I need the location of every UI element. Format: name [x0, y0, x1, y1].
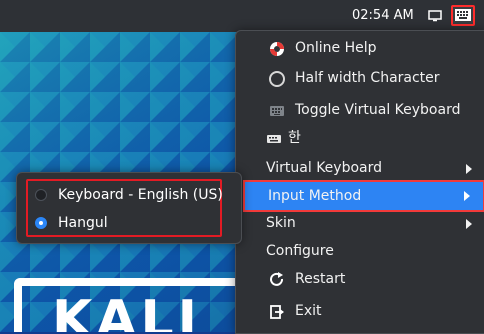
input-method-option-label: Keyboard - English (US) [58, 187, 223, 203]
keyboard-icon[interactable] [455, 9, 471, 21]
input-method-submenu: Keyboard - English (US) Hangul [16, 172, 242, 244]
input-method-option-hangul[interactable]: Hangul [29, 209, 225, 237]
menu-item-restart[interactable]: Restart [243, 265, 484, 293]
wallpaper-logo-text: KALI [52, 290, 201, 332]
menu-item-virtual-keyboard-label: Virtual Keyboard [266, 160, 383, 176]
tray-context-menu: Online Help Half width Character Toggle … [235, 30, 484, 334]
menu-item-hangul-mode-label: 한 [288, 130, 301, 146]
menu-item-skin-label: Skin [266, 215, 296, 231]
menu-item-exit-label: Exit [295, 303, 322, 319]
keyboard-icon [270, 106, 284, 116]
monitor-icon[interactable] [428, 10, 442, 22]
menu-item-online-help-label: Online Help [295, 40, 377, 56]
lifebuoy-icon [270, 42, 284, 56]
menu-item-input-method[interactable]: Input Method [243, 180, 484, 212]
menu-item-toggle-virtual-keyboard[interactable]: Toggle Virtual Keyboard [243, 96, 484, 124]
refresh-icon [270, 272, 283, 286]
input-method-option-keyboard-english-us[interactable]: Keyboard - English (US) [29, 181, 225, 209]
menu-item-exit[interactable]: Exit [243, 297, 484, 325]
menu-item-half-width-character[interactable]: Half width Character [243, 64, 484, 92]
menu-item-configure-label: Configure [266, 243, 334, 259]
chevron-right-icon [464, 191, 470, 201]
menu-item-input-method-label: Input Method [268, 188, 362, 204]
menu-item-half-width-character-label: Half width Character [295, 70, 440, 86]
top-panel: 02:54 AM [0, 0, 484, 32]
menu-item-hangul-mode[interactable]: 한 [243, 124, 484, 152]
chevron-right-icon [466, 219, 472, 229]
menu-item-restart-label: Restart [295, 271, 346, 287]
logout-icon [270, 305, 284, 319]
menu-item-virtual-keyboard[interactable]: Virtual Keyboard [243, 154, 484, 182]
keyboard-icon [267, 135, 281, 143]
menu-item-configure[interactable]: Configure [243, 237, 484, 265]
radio-button-selected[interactable] [35, 217, 47, 229]
input-method-option-label: Hangul [58, 215, 108, 231]
clock[interactable]: 02:54 AM [352, 8, 414, 24]
menu-item-skin[interactable]: Skin [243, 209, 484, 237]
menu-item-online-help[interactable]: Online Help [243, 34, 484, 62]
radio-button-unselected[interactable] [35, 189, 47, 201]
menu-item-toggle-virtual-keyboard-label: Toggle Virtual Keyboard [295, 102, 461, 118]
circle-icon [269, 71, 285, 87]
chevron-right-icon [466, 164, 472, 174]
